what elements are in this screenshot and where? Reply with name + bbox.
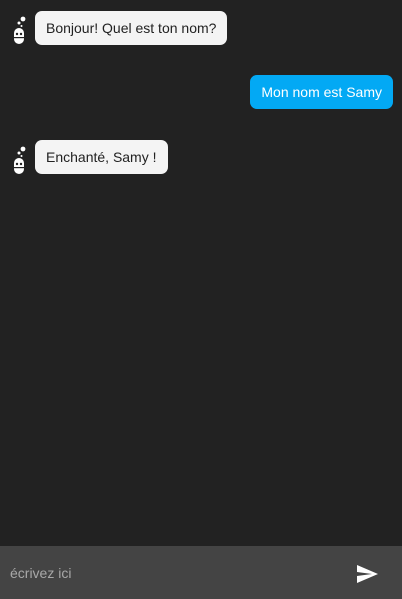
bot-message: Bonjour! Quel est ton nom? <box>35 11 228 45</box>
message-composer <box>0 546 402 599</box>
bot-message: Enchanté, Samy ! <box>35 140 168 174</box>
user-message: Mon nom est Samy <box>250 75 393 109</box>
message-list: Bonjour! Quel est ton nom? Mon nom est S… <box>0 0 402 546</box>
send-icon[interactable] <box>352 562 382 586</box>
bot-avatar-icon <box>14 16 26 44</box>
chat-app: Bonjour! Quel est ton nom? Mon nom est S… <box>0 0 402 599</box>
message-input[interactable] <box>0 546 340 599</box>
bot-avatar-icon <box>14 146 26 174</box>
